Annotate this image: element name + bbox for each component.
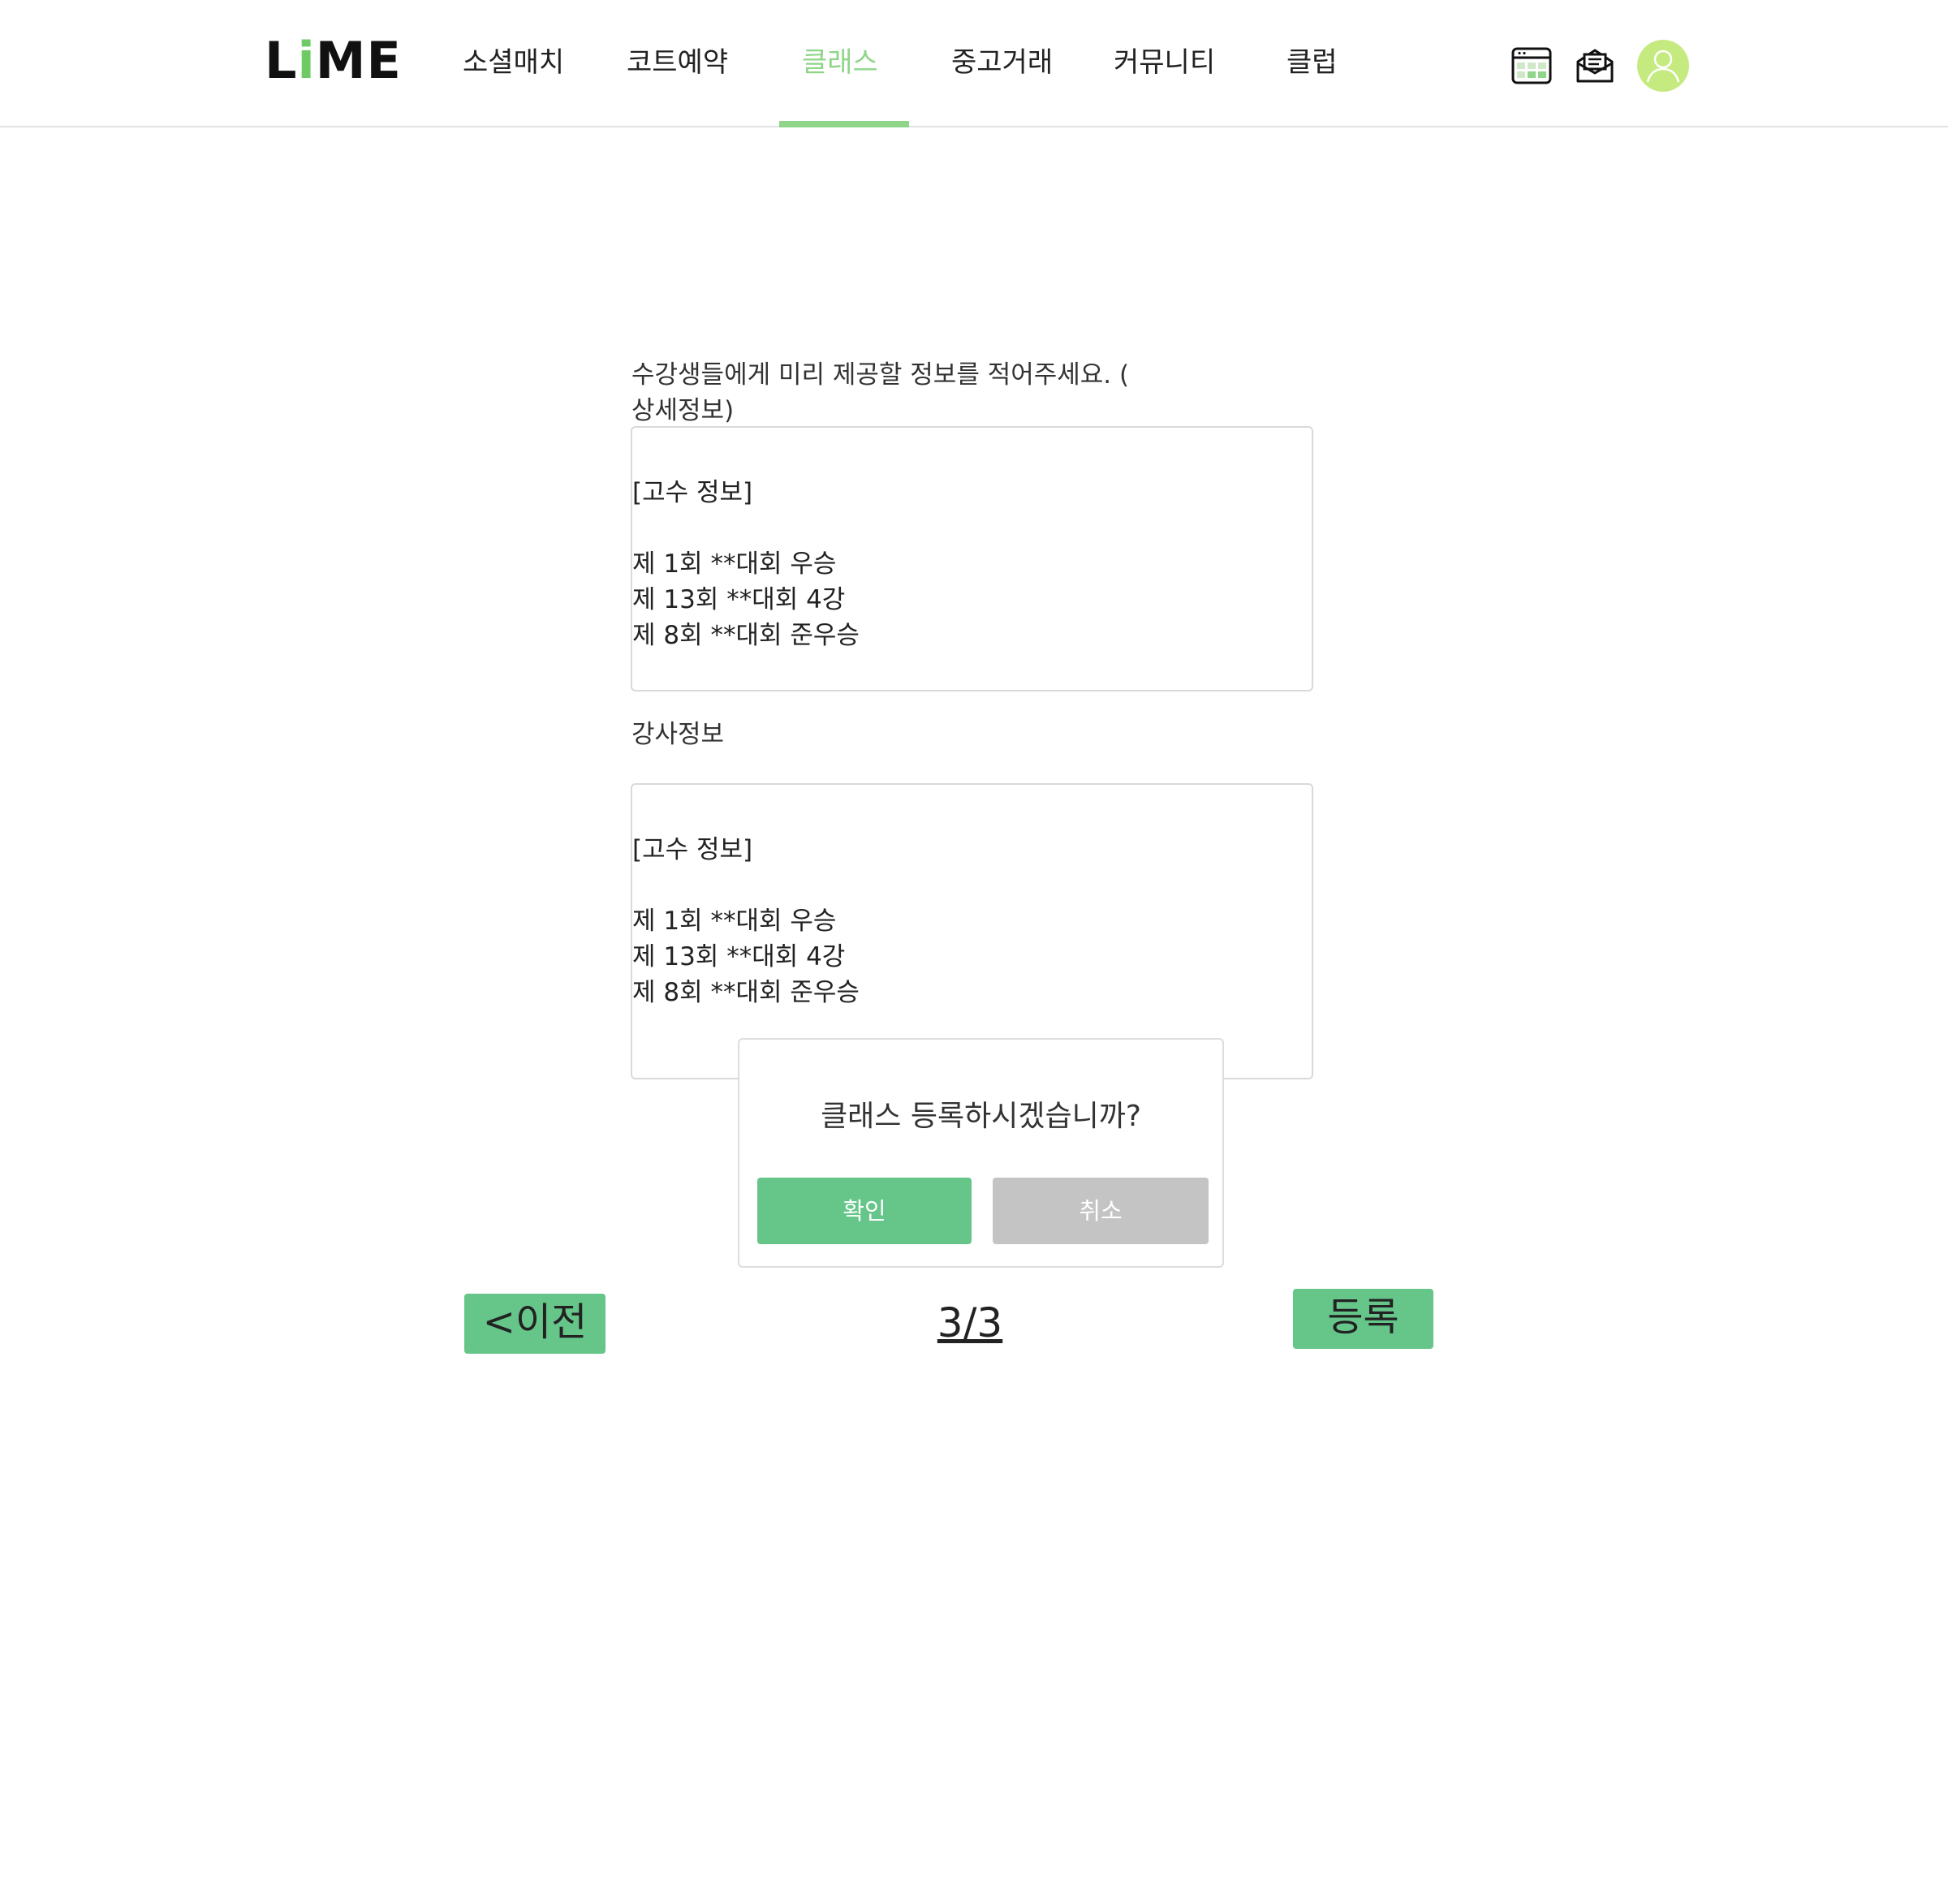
page-indicator: 3/3 xyxy=(937,1299,1003,1346)
user-avatar-icon[interactable] xyxy=(1637,40,1689,92)
cancel-button[interactable]: 취소 xyxy=(993,1178,1209,1244)
nav-social-match[interactable]: 소셜매치 xyxy=(463,42,564,83)
instructor-info-label: 강사정보 xyxy=(631,720,725,749)
calendar-icon[interactable] xyxy=(1511,45,1552,86)
top-nav-bar: LiME 소셜매치 코트예약 클래스 중고거래 커뮤니티 클럽 xyxy=(0,0,1948,127)
nav-active-indicator xyxy=(779,121,909,127)
detail-info-textarea[interactable]: [고수 정보] 제 1회 **대회 우승 제 13회 **대회 4강 제 8회 … xyxy=(631,426,1313,691)
logo-text-prefix: L xyxy=(265,31,298,90)
prev-button[interactable]: <이전 xyxy=(464,1294,606,1354)
logo-text-suffix: ME xyxy=(315,31,402,90)
detail-info-text: [고수 정보] 제 1회 **대회 우승 제 13회 **대회 4강 제 8회 … xyxy=(632,478,860,650)
instructor-info-text: [고수 정보] 제 1회 **대회 우승 제 13회 **대회 4강 제 8회 … xyxy=(632,835,860,1007)
dialog-message: 클래스 등록하시겠습니까? xyxy=(821,1100,1141,1133)
mail-icon[interactable] xyxy=(1575,45,1615,86)
nav-used-trade[interactable]: 중고거래 xyxy=(951,42,1053,83)
confirm-dialog: 클래스 등록하시겠습니까? 확인 취소 xyxy=(738,1038,1224,1268)
instructor-info-textarea[interactable]: [고수 정보] 제 1회 **대회 우승 제 13회 **대회 4강 제 8회 … xyxy=(631,783,1313,1079)
detail-info-label: 수강생들에게 미리 제공할 정보를 적어주세요. ( 상세정보) xyxy=(631,360,1130,425)
confirm-button[interactable]: 확인 xyxy=(757,1178,972,1244)
logo-text-highlight: i xyxy=(297,31,316,90)
nav-court-reservation[interactable]: 코트예약 xyxy=(627,42,728,83)
nav-community[interactable]: 커뮤니티 xyxy=(1114,42,1215,83)
nav-club[interactable]: 클럽 xyxy=(1286,42,1338,83)
submit-button[interactable]: 등록 xyxy=(1293,1289,1433,1349)
nav-class[interactable]: 클래스 xyxy=(802,42,878,83)
lime-logo[interactable]: LiME xyxy=(265,32,402,89)
